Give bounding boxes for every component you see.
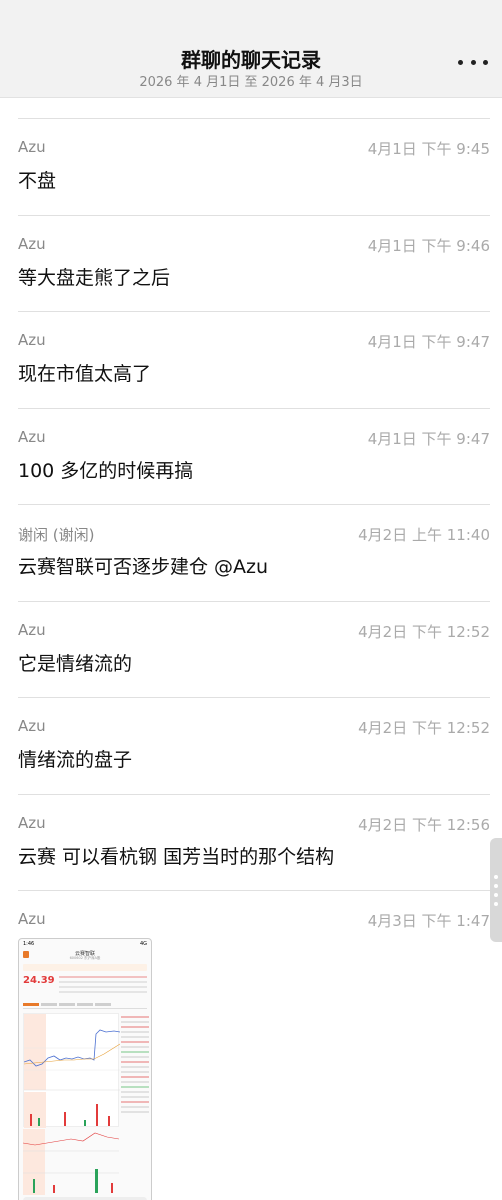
thumb-status-time: 1:46 — [23, 941, 35, 947]
list-item[interactable]: Azu 4月1日 下午 9:47 现在市值太高了 — [0, 311, 502, 408]
more-dot — [470, 59, 476, 65]
divider — [18, 504, 490, 505]
list-item[interactable]: Azu 4月2日 下午 12:52 它是情绪流的 — [0, 600, 502, 698]
sender-name: Azu — [18, 910, 46, 928]
date-range: 2026 年 4 月1日 至 2026 年 4 月3日 — [139, 75, 363, 90]
list-item[interactable]: Azu 4月2日 下午 12:56 云赛 可以看杭钢 国芳当时的那个结构 — [0, 793, 502, 891]
message-text: 100 多亿的时候再搞 — [18, 459, 194, 482]
message-text: 它是情绪流的 — [18, 652, 133, 675]
more-options-button[interactable] — [458, 52, 488, 72]
list-item[interactable]: Azu 4月1日 下午 9:46 等大盘走熊了之后 — [0, 214, 502, 312]
page-title: 群聊的聊天记录 — [181, 48, 321, 72]
thumb-price: 24.39 — [23, 975, 55, 986]
list-item[interactable]: 谢闲 (谢闲) 4月2日 上午 11:40 云赛智联可否逐步建仓 @Azu — [0, 504, 502, 601]
thumb-period-tabs — [23, 1001, 147, 1009]
message-time: 4月2日 下午 12:52 — [358, 719, 490, 737]
thumb-order-book — [121, 1013, 149, 1127]
message-text: 等大盘走熊了之后 — [18, 266, 171, 289]
message-time: 4月1日 下午 9:47 — [367, 429, 490, 448]
message-time: 4月2日 上午 11:40 — [358, 526, 490, 544]
thumb-stock-code: 600602 东沪深A股 — [69, 956, 101, 960]
thumb-intraday-chart — [23, 1013, 121, 1128]
list-item[interactable]: Azu 4月2日 下午 12:52 情绪流的盘子 — [0, 697, 502, 794]
sender-name: Azu — [18, 620, 46, 639]
thumb-signal: 4G — [139, 941, 147, 947]
message-time: 4月2日 下午 12:56 — [358, 815, 490, 834]
thumb-indicator-chart — [22, 1129, 149, 1199]
message-text: 不盘 — [18, 170, 57, 192]
thumb-chart-svg — [23, 1014, 121, 1128]
sender-name: Azu — [18, 331, 46, 349]
thumb-notice-bar — [23, 964, 147, 971]
thumb-stats — [59, 976, 147, 994]
message-text: 云赛 可以看杭钢 国芳当时的那个结构 — [18, 845, 335, 868]
sender-name: Azu — [18, 427, 46, 446]
stock-screenshot-thumbnail[interactable]: 1:46 4G 云赛智联 600602 东沪深A股 24.39 — [18, 938, 152, 1200]
thumb-macd-svg — [22, 1129, 120, 1195]
sender-name: 谢闲 (谢闲) — [18, 526, 95, 544]
message-time: 4月1日 下午 9:47 — [367, 333, 490, 351]
divider — [18, 600, 490, 602]
divider — [18, 890, 490, 891]
message-time: 4月2日 下午 12:52 — [358, 622, 490, 641]
more-horizontal-icon — [458, 59, 463, 65]
list-item[interactable]: Azu 4月1日 下午 9:47 100 多亿的时候再搞 — [0, 407, 502, 505]
message-time: 4月3日 下午 1:47 — [367, 912, 490, 930]
sender-name: Azu — [18, 234, 46, 253]
message-list: Azu 4月1日 下午 9:45 不盘 Azu 4月1日 下午 9:46 等大盘… — [0, 118, 502, 1200]
sender-name: Azu — [18, 813, 46, 832]
divider — [18, 214, 490, 216]
message-time: 4月1日 下午 9:46 — [367, 236, 490, 255]
list-item[interactable]: Azu 4月1日 下午 9:45 不盘 — [0, 118, 502, 215]
message-text: 现在市值太高了 — [18, 363, 152, 385]
more-dot — [483, 59, 488, 65]
list-item-image[interactable]: Azu 4月3日 下午 1:47 1:46 4G 云赛智联 600602 东沪深… — [0, 890, 502, 1200]
drag-handle-icon[interactable] — [490, 838, 502, 942]
header: 群聊的聊天记录 2026 年 4 月1日 至 2026 年 4 月3日 — [0, 0, 502, 98]
divider — [18, 697, 490, 698]
divider — [18, 118, 490, 119]
message-time: 4月1日 下午 9:45 — [367, 140, 490, 158]
divider — [18, 793, 490, 795]
thumb-status-bar: 1:46 4G — [19, 939, 151, 949]
divider — [18, 311, 490, 312]
sender-name: Azu — [18, 138, 46, 156]
message-text: 云赛智联可否逐步建仓 @Azu — [18, 556, 269, 578]
divider — [18, 407, 490, 409]
message-text: 情绪流的盘子 — [18, 749, 133, 771]
sender-name: Azu — [18, 717, 46, 735]
